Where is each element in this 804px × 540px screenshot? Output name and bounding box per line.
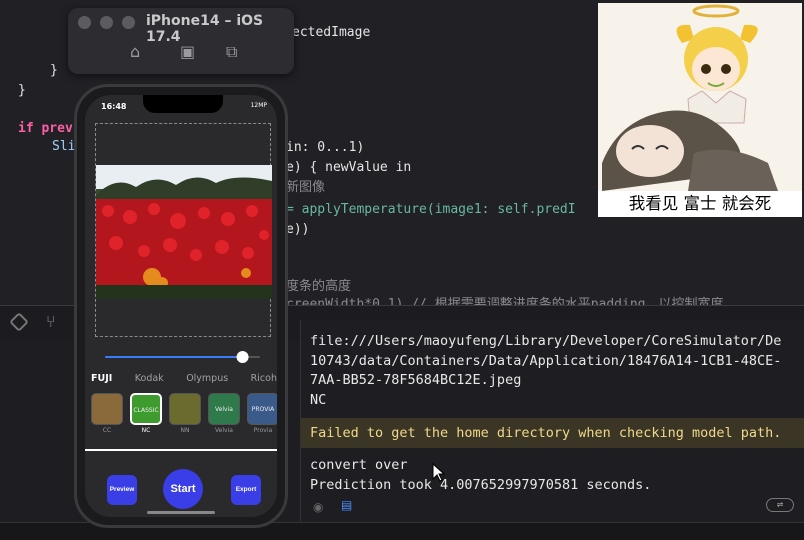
status-indicator: 12MP: [250, 102, 267, 109]
brand-tabs: FUJI Kodak Olympus Ricoh: [91, 373, 277, 387]
code-line: in: 0...1): [286, 140, 365, 155]
console-warning: Failed to get the home directory when ch…: [301, 418, 804, 448]
tab-ricoh[interactable]: Ricoh: [251, 373, 277, 387]
code-line: creenWidth*0.1) // 根据需要调整进度条的水平padding，以…: [286, 297, 724, 305]
console-line: 7AA-BB52-78F5684BC12E.jpeg: [310, 372, 522, 388]
console-line: NC: [310, 391, 327, 408]
film-item[interactable]: CC: [89, 393, 125, 439]
filter-icon[interactable]: ▤: [341, 498, 352, 512]
film-thumbnail: Velvia: [208, 393, 240, 425]
code-line: }: [50, 63, 58, 78]
console-output[interactable]: file:///Users/maoyufeng/Library/Develope…: [300, 320, 804, 522]
options-button[interactable]: ⇌: [766, 498, 794, 512]
code-line: e) { newValue in: [286, 160, 412, 175]
console-line: file:///Users/maoyufeng/Library/Develope…: [310, 333, 782, 349]
meme-illustration: [598, 3, 802, 191]
temperature-slider[interactable]: [105, 351, 260, 363]
film-item[interactable]: NN: [167, 393, 203, 439]
screenshot-icon[interactable]: ▣: [180, 42, 198, 61]
dynamic-island: [143, 95, 223, 113]
branch-icon[interactable]: ⑂: [46, 312, 56, 331]
film-label: Provia: [253, 427, 273, 434]
code-line: Sli: [52, 139, 76, 154]
film-item[interactable]: PROVIA Provia: [245, 393, 277, 439]
code-line: = applyTemperature(image1: self.predI: [286, 202, 576, 217]
film-thumbnail: [91, 393, 123, 425]
home-indicator: [147, 511, 215, 514]
console-line: 10743/data/Containers/Data/Application/1…: [310, 352, 782, 369]
film-label: CC: [102, 427, 112, 434]
film-thumbnail: [169, 393, 201, 425]
film-thumbnail: CLASSIC: [130, 393, 162, 425]
iphone-frame: 16:48 12MP FUJI Kodak Olympus Ricoh CC C…: [74, 84, 288, 528]
film-label: NC: [141, 427, 151, 434]
console-line: Prediction took 4.007652997970581 second…: [310, 476, 652, 493]
console-line: convert over: [310, 457, 408, 473]
simulator-title: iPhone14 – iOS 17.4: [146, 13, 264, 45]
export-button[interactable]: Export: [231, 475, 261, 505]
code-line: e)): [286, 222, 310, 237]
simulator-window[interactable]: iPhone14 – iOS 17.4 ⌂ ▣ ⧉: [68, 8, 294, 74]
meme-overlay: 我看见 富士 就会死: [598, 3, 802, 217]
meme-caption: 我看见 富士 就会死: [598, 191, 802, 217]
mouse-cursor: [432, 463, 445, 482]
film-label: NN: [180, 427, 190, 434]
breakpoint-icon[interactable]: [9, 312, 29, 332]
code-line: 新图像: [286, 180, 326, 195]
divider: [85, 449, 277, 451]
rotate-icon[interactable]: ⧉: [226, 42, 244, 61]
app-screen: 16:48 12MP FUJI Kodak Olympus Ricoh CC C…: [85, 95, 277, 517]
zoom-button[interactable]: [122, 16, 135, 29]
eye-icon[interactable]: ◉: [313, 500, 323, 514]
tab-fuji[interactable]: FUJI: [91, 373, 112, 387]
code-line: }: [18, 83, 26, 98]
film-item[interactable]: CLASSIC NC: [128, 393, 164, 439]
film-item[interactable]: Velvia Velvia: [206, 393, 242, 439]
status-time: 16:48: [101, 102, 127, 111]
film-list: CC CLASSIC NC NN Velvia Velvia PROVIA Provia: [89, 393, 277, 439]
film-label: Velvia: [215, 427, 233, 434]
minimize-button[interactable]: [100, 16, 113, 29]
tab-olympus[interactable]: Olympus: [186, 373, 228, 387]
tab-kodak[interactable]: Kodak: [135, 373, 164, 387]
start-button[interactable]: Start: [163, 469, 203, 509]
home-icon[interactable]: ⌂: [130, 42, 148, 61]
code-line: ectedImage: [292, 25, 371, 40]
film-thumbnail: PROVIA: [247, 393, 277, 425]
preview-button[interactable]: Preview: [107, 475, 137, 505]
preview-photo: [96, 165, 272, 299]
close-button[interactable]: [78, 16, 91, 29]
